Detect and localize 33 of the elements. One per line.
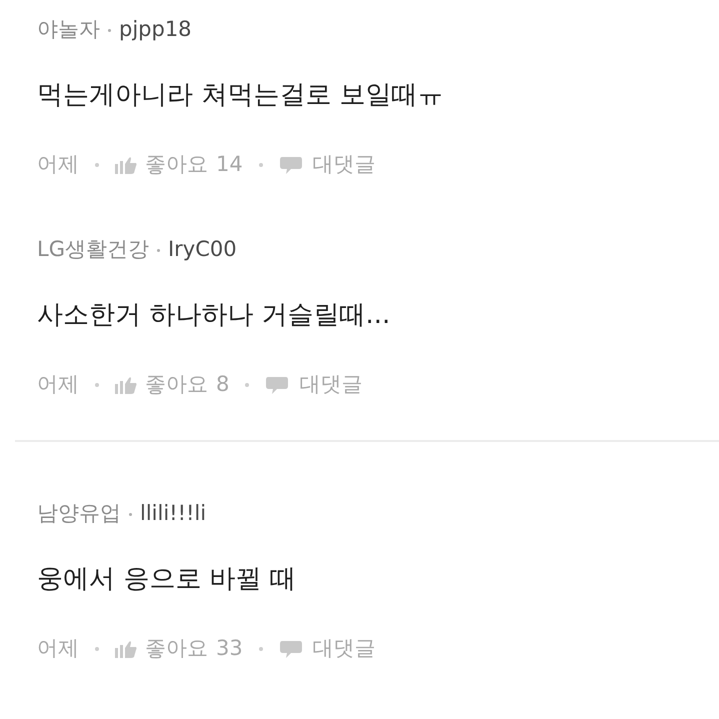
like-count: 14 bbox=[216, 151, 243, 178]
timestamp: 어제 bbox=[37, 151, 79, 178]
reply-button[interactable]: 대댓글 bbox=[265, 369, 362, 401]
comment-text: 사소한거 하나하나 거슬릴때... bbox=[37, 298, 390, 332]
like-button[interactable]: 좋아요 33 bbox=[115, 633, 243, 665]
like-count: 33 bbox=[216, 635, 243, 662]
reply-button[interactable]: 대댓글 bbox=[278, 149, 376, 181]
reply-button[interactable]: 대댓글 bbox=[278, 633, 376, 665]
like-label: 좋아요 bbox=[145, 635, 208, 662]
comment-text: 먹는게아니라 쳐먹는걸로 보일때ㅠ bbox=[37, 78, 444, 112]
like-button[interactable]: 좋아요 8 bbox=[115, 369, 230, 401]
author-name: LG생활건강 bbox=[37, 236, 149, 264]
reply-label: 대댓글 bbox=[312, 635, 376, 662]
speech-bubble-icon bbox=[278, 155, 303, 175]
comment-text: 웅에서 응으로 바뀔 때 bbox=[37, 562, 296, 596]
username: llili!!!li bbox=[140, 500, 206, 528]
author-name: 남양유업 bbox=[37, 500, 121, 528]
thumbs-up-icon bbox=[115, 640, 137, 658]
like-label: 좋아요 bbox=[145, 151, 208, 178]
like-button[interactable]: 좋아요 14 bbox=[115, 149, 243, 181]
thumbs-up-icon bbox=[115, 156, 137, 174]
reply-label: 대댓글 bbox=[299, 371, 362, 398]
speech-bubble-icon bbox=[265, 375, 290, 395]
timestamp: 어제 bbox=[37, 635, 79, 662]
thumbs-up-icon bbox=[115, 376, 137, 394]
username: pjpp18 bbox=[119, 16, 192, 44]
author-name: 야놀자 bbox=[37, 16, 100, 44]
timestamp: 어제 bbox=[37, 371, 79, 398]
speech-bubble-icon bbox=[278, 639, 303, 659]
username: IryC00 bbox=[168, 236, 237, 264]
reply-label: 대댓글 bbox=[312, 151, 376, 178]
like-label: 좋아요 bbox=[145, 371, 208, 398]
like-count: 8 bbox=[216, 371, 230, 398]
